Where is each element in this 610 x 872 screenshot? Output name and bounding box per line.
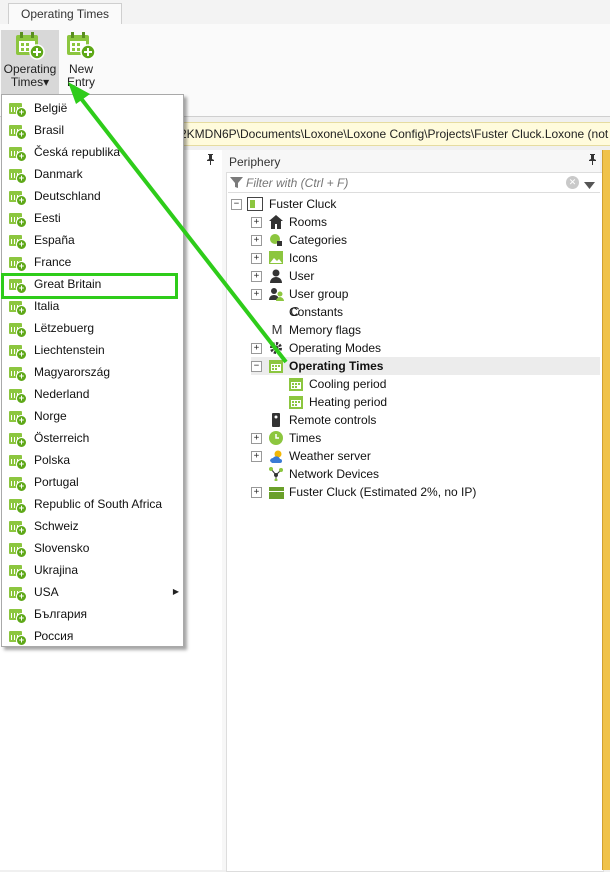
annotation-arrow-line: [74, 90, 288, 364]
annotation-arrow: [68, 82, 288, 364]
annotation-arrow-head: [68, 82, 90, 104]
